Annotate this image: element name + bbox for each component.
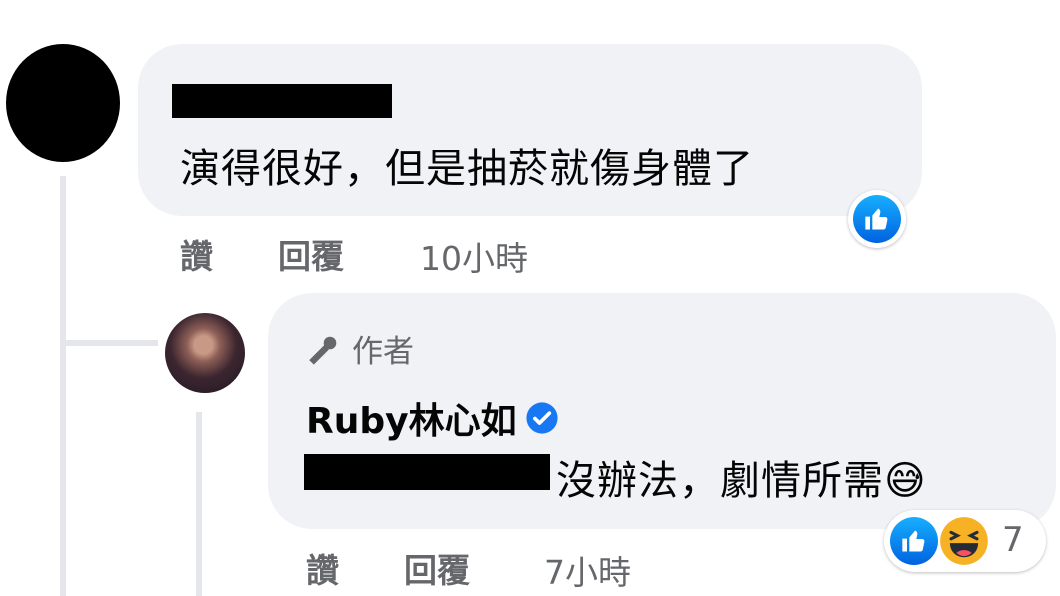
reply-text: 沒辦法，劇情所需😅 [556, 458, 927, 504]
author-avatar[interactable] [165, 313, 245, 393]
redacted-mention [304, 454, 550, 490]
author-badge-label: 作者 [352, 334, 414, 370]
like-icon [853, 195, 901, 243]
thread-line [60, 176, 66, 596]
laugh-icon [938, 515, 990, 567]
commenter-avatar[interactable] [6, 44, 120, 162]
like-button[interactable]: 讚 [180, 230, 213, 278]
reply-timestamp[interactable]: 7小時 [544, 546, 631, 594]
reply-author[interactable]: Ruby林心如 [306, 392, 559, 444]
verified-badge-icon [525, 401, 559, 435]
reply-button[interactable]: 回覆 [278, 230, 344, 278]
comment-reaction[interactable] [848, 190, 906, 248]
reply-like-button[interactable]: 讚 [306, 544, 339, 592]
reaction-count: 7 [1002, 520, 1024, 560]
comment-timestamp[interactable]: 10小時 [420, 232, 528, 280]
author-badge: 作者 [306, 326, 414, 371]
comment-text: 演得很好，但是抽菸就傷身體了 [180, 146, 754, 192]
thread-branch [60, 340, 158, 346]
like-icon [890, 517, 938, 565]
reply-thread-line [196, 412, 202, 596]
reply-reply-button[interactable]: 回覆 [404, 544, 470, 592]
reply-author-name[interactable]: Ruby林心如 [306, 392, 517, 444]
redacted-author-name [172, 84, 392, 118]
reaction-summary[interactable]: 7 [884, 510, 1046, 572]
microphone-icon [306, 331, 342, 367]
